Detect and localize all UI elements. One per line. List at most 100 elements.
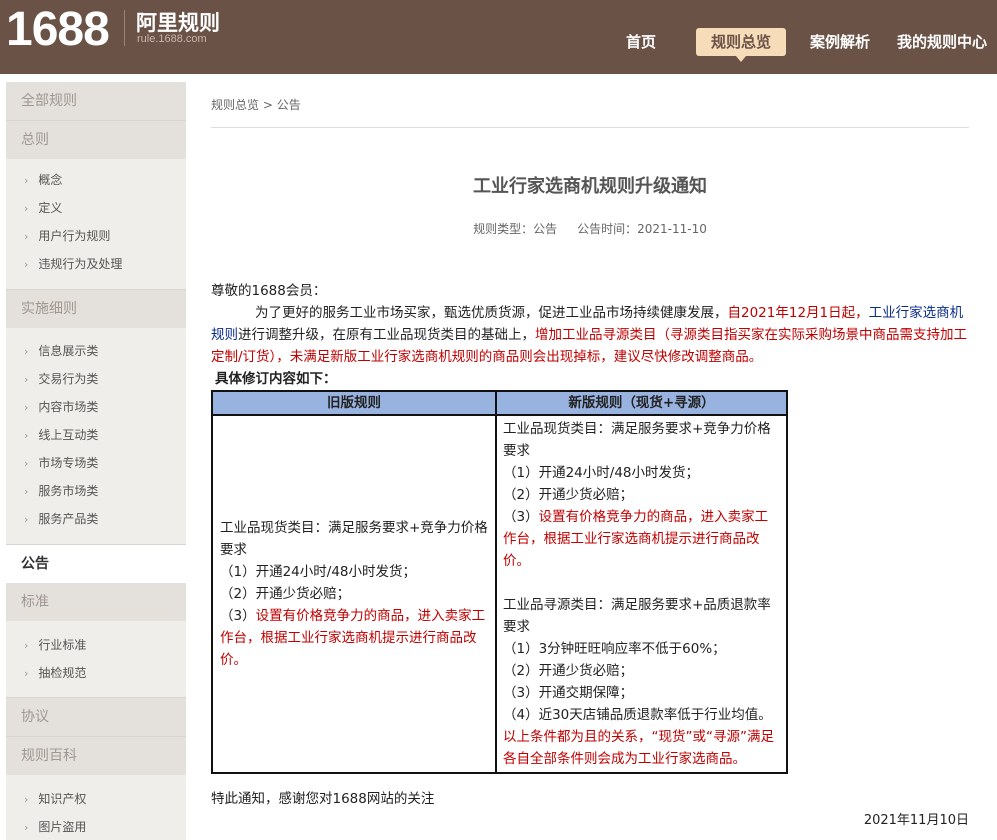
intro-text: 进行调整升级，在原有工业品现货类目的基础上，	[238, 327, 535, 343]
sidebar-item-info-display[interactable]: › 信息展示类	[24, 341, 98, 361]
article-meta: 规则类型：公告 公告时间：2021-11-10	[211, 220, 969, 237]
breadcrumb: 规则总览 > 公告	[211, 96, 301, 113]
old-item: （1）开通24小时/48小时发货；	[220, 564, 416, 580]
sidebar-section-standard[interactable]: 标准	[6, 583, 186, 621]
logo-divider	[124, 10, 125, 46]
closing-text: 特此通知，感谢您对1688网站的关注	[211, 791, 435, 807]
old-item: （3）设置有价格竞争力的商品，进入卖家工作台，根据工业行家选商机提示进行商品改价…	[220, 608, 486, 668]
logo-domain: rule.1688.com	[137, 33, 207, 45]
sidebar-all-rules[interactable]: 全部规则	[6, 82, 186, 120]
sidebar-section-implementation[interactable]: 实施细则	[6, 290, 186, 328]
table-cell-new: 工业品现货类目：满足服务要求+竞争力价格要求 （1）开通24小时/48小时发货；…	[495, 414, 788, 774]
new-item: （1）开通24小时/48小时发货；	[503, 465, 699, 481]
new-note: 以上条件都为且的关系，“现货”或“寻源”满足各自全部条件则会成为工业行家选商品。	[503, 729, 774, 767]
new-item: （3）设置有价格竞争力的商品，进入卖家工作台，根据工业行家选商机提示进行商品改价…	[503, 509, 769, 569]
chevron-right-icon: ›	[24, 373, 29, 386]
divider	[211, 127, 969, 128]
table-cell-old: 工业品现货类目：满足服务要求+竞争力价格要求 （1）开通24小时/48小时发货；…	[211, 414, 497, 774]
sidebar-item-user-behavior[interactable]: › 用户行为规则	[24, 226, 110, 246]
page-title: 工业行家选商机规则升级通知	[473, 176, 707, 197]
sidebar-item-label: 服务产品类	[38, 512, 99, 526]
chevron-right-icon: ›	[24, 639, 29, 652]
sidebar-item-label: 抽检规范	[38, 666, 87, 680]
new-spot-heading: 工业品现货类目：满足服务要求+竞争力价格要求	[503, 421, 771, 459]
rules-comparison-table: 旧版规则 新版规则（现货+寻源） 工业品现货类目：满足服务要求+竞争力价格要求 …	[211, 390, 788, 774]
new-item: （1）3分钟旺旺响应率不低于60%；	[503, 641, 726, 657]
nav-my-rules-center[interactable]: 我的规则中心	[892, 28, 992, 56]
greeting: 尊敬的1688会员：	[211, 283, 327, 299]
chevron-right-icon: ›	[24, 345, 29, 358]
announcement-date: 2021年11月10日	[863, 813, 969, 828]
sidebar-item-industry-standard[interactable]: › 行业标准	[24, 635, 86, 655]
sidebar: 全部规则 总则 › 概念 › 定义 › 用户行为规则 › 违规行为及处理 实施细则 › 信…	[6, 82, 186, 840]
chevron-right-icon: ›	[24, 202, 29, 215]
sidebar-item-violations[interactable]: › 违规行为及处理	[24, 254, 122, 274]
nav-case-analysis[interactable]: 案例解析	[804, 28, 876, 56]
sidebar-item-sampling[interactable]: › 抽检规范	[24, 663, 86, 683]
chevron-right-icon: ›	[24, 821, 29, 834]
meta-time-label: 公告时间：	[577, 222, 638, 236]
sidebar-item-definition[interactable]: › 定义	[24, 198, 62, 218]
meta-type-label: 规则类型：	[473, 222, 534, 236]
sidebar-item-concept[interactable]: › 概念	[24, 170, 62, 190]
new-item: （2）开通少货必赔；	[503, 663, 634, 679]
chevron-right-icon: ›	[24, 485, 29, 498]
logo-1688[interactable]: 1688	[6, 2, 110, 57]
chevron-right-icon: ›	[24, 230, 29, 243]
chevron-right-icon: ›	[24, 457, 29, 470]
breadcrumb-separator: >	[262, 98, 273, 112]
sidebar-item-label: 图片盗用	[38, 820, 87, 834]
top-header: 1688 阿里规则 rule.1688.com 首页 规则总览 案例解析 我的规…	[0, 0, 997, 74]
intro-date-highlight: 自2021年12月1日起，	[727, 305, 869, 321]
nav-home[interactable]: 首页	[614, 28, 668, 56]
sidebar-item-online-interaction[interactable]: › 线上互动类	[24, 425, 98, 445]
chevron-right-icon: ›	[24, 513, 29, 526]
chevron-right-icon: ›	[24, 793, 29, 806]
sidebar-item-label: 服务市场类	[38, 484, 99, 498]
section-heading: 具体修订内容如下：	[215, 371, 337, 387]
old-item: （2）开通少货必赔；	[220, 586, 351, 602]
sidebar-section-agreement[interactable]: 协议	[6, 698, 186, 736]
sidebar-item-image-theft[interactable]: › 图片盗用	[24, 817, 86, 837]
sidebar-item-label: 定义	[38, 201, 63, 215]
chevron-right-icon: ›	[24, 667, 29, 680]
breadcrumb-root[interactable]: 规则总览	[211, 98, 259, 112]
breadcrumb-current[interactable]: 公告	[277, 98, 301, 112]
sidebar-item-service-product[interactable]: › 服务产品类	[24, 509, 98, 529]
new-item: （3）开通交期保障；	[503, 685, 634, 701]
sidebar-section-announcement[interactable]: 公告	[6, 545, 186, 583]
sidebar-item-label: 行业标准	[38, 638, 87, 652]
new-source-heading: 工业品寻源类目：满足服务要求+品质退款率要求	[503, 597, 771, 635]
meta-time: 2021-11-10	[637, 222, 707, 236]
chevron-right-icon: ›	[24, 429, 29, 442]
sidebar-item-label: 线上互动类	[38, 428, 99, 442]
sidebar-item-ip[interactable]: › 知识产权	[24, 789, 86, 809]
nav-active-caret-icon	[736, 56, 746, 62]
chevron-right-icon: ›	[24, 401, 29, 414]
table-header-new: 新版规则（现货+寻源）	[495, 390, 788, 416]
old-heading: 工业品现货类目：满足服务要求+竞争力价格要求	[220, 520, 488, 558]
sidebar-item-label: 违规行为及处理	[38, 257, 123, 271]
table-header-old: 旧版规则	[211, 390, 497, 416]
chevron-right-icon: ›	[24, 174, 29, 187]
sidebar-item-label: 内容市场类	[38, 400, 99, 414]
intro-text: 为了更好的服务工业市场买家，甄选优质货源，促进工业品市场持续健康发展，	[255, 305, 728, 321]
sidebar-section-encyclopedia[interactable]: 规则百科	[6, 737, 186, 775]
sidebar-section-general[interactable]: 总则	[6, 121, 186, 159]
meta-type: 公告	[533, 222, 558, 236]
sidebar-item-service-market[interactable]: › 服务市场类	[24, 481, 98, 501]
intro-paragraph: 为了更好的服务工业市场买家，甄选优质货源，促进工业品市场持续健康发展，自2021…	[211, 302, 969, 368]
new-item: （4）近30天店铺品质退款率低于行业均值。	[503, 707, 772, 723]
nav-rules-overview[interactable]: 规则总览	[696, 28, 786, 62]
sidebar-item-label: 信息展示类	[38, 344, 99, 358]
new-item: （2）开通少货必赔；	[503, 487, 634, 503]
sidebar-item-market-special[interactable]: › 市场专场类	[24, 453, 98, 473]
sidebar-item-content-market[interactable]: › 内容市场类	[24, 397, 98, 417]
sidebar-item-label: 知识产权	[38, 792, 87, 806]
sidebar-item-label: 用户行为规则	[38, 229, 111, 243]
sidebar-item-label: 概念	[38, 173, 63, 187]
sidebar-item-trade-behavior[interactable]: › 交易行为类	[24, 369, 98, 389]
sidebar-item-label: 交易行为类	[38, 372, 99, 386]
sidebar-item-label: 市场专场类	[38, 456, 99, 470]
nav-rules-overview-label: 规则总览	[710, 33, 771, 51]
